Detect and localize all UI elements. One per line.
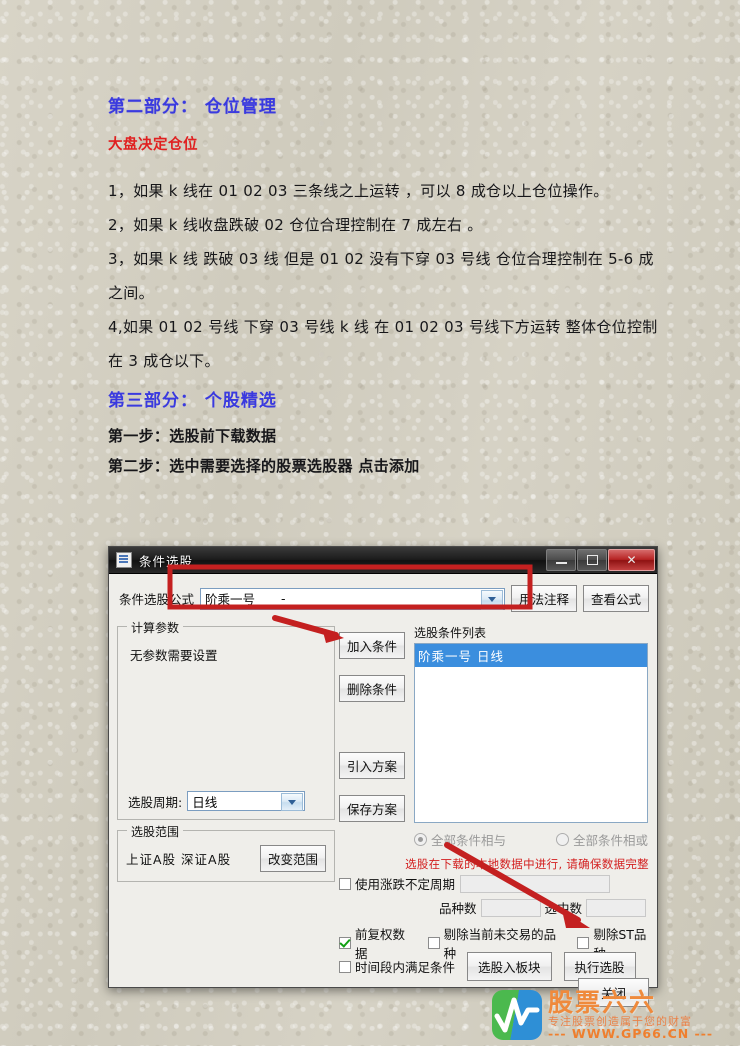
checkbox-icon: [339, 960, 351, 973]
paragraph-2: 2，如果 k 线收盘跌破 02 仓位合理控制在 7 成左右 。: [108, 216, 483, 234]
save-scheme-button[interactable]: 保存方案: [339, 795, 405, 822]
radio-all-and-label: 全部条件相与: [431, 833, 507, 848]
list-item[interactable]: 阶乘一号 日线: [415, 644, 647, 667]
condition-screening-dialog: 条件选股 ✕ 条件选股公式 阶乘一号 - 用法注释 查看公式 计算参数 无参数需…: [108, 546, 658, 1007]
section-3-title: 第三部分： 个股精选: [108, 391, 277, 411]
dialog-titlebar[interactable]: 条件选股 ✕: [109, 547, 657, 574]
add-to-block-button[interactable]: 选股入板块: [467, 952, 552, 981]
formula-dash: -: [281, 591, 286, 606]
chevron-down-icon[interactable]: [281, 793, 304, 811]
condition-list-wrap: 选股条件列表 阶乘一号 日线: [414, 624, 648, 823]
time-range-checkbox[interactable]: 时间段内满足条件: [339, 957, 455, 976]
selected-count-field: [586, 898, 647, 917]
paragraph-1: 1，如果 k 线在 01 02 03 三条线之上运转 ，可以 8 成仓以上仓位操…: [108, 182, 609, 200]
calculation-params-group: 计算参数 无参数需要设置 选股周期: 日线: [117, 619, 335, 820]
formula-value: 阶乘一号: [205, 592, 256, 607]
close-icon[interactable]: ✕: [608, 549, 655, 571]
cycle-label: 选股周期:: [128, 794, 183, 810]
condition-logic-radios: 全部条件相与 全部条件相或: [414, 830, 648, 849]
uncertain-cycle-label: 使用涨跌不定周期: [355, 877, 456, 892]
stock-range-row: 上证A股 深证A股 改变范围: [126, 845, 326, 872]
section-2-title: 第二部分： 仓位管理: [108, 97, 277, 117]
stock-range-label: 选股范围: [127, 823, 184, 840]
condition-list-title: 选股条件列表: [414, 626, 487, 640]
window-controls: ✕: [546, 549, 655, 571]
formula-combobox[interactable]: 阶乘一号 -: [200, 587, 505, 610]
radio-all-or[interactable]: 全部条件相或: [555, 830, 648, 849]
change-range-button[interactable]: 改变范围: [259, 845, 326, 872]
article-content: 第二部分： 仓位管理 大盘决定仓位 1，如果 k 线在 01 02 03 三条线…: [108, 92, 668, 481]
checkbox-icon: [577, 937, 590, 949]
radio-dot-icon: [414, 833, 427, 846]
step-1: 第一步：选股前下载数据: [108, 427, 277, 445]
uncertain-cycle-field[interactable]: [460, 874, 611, 893]
checkbox-icon: [339, 877, 351, 890]
step-2: 第二步：选中需要选择的股票选股器 点击添加: [108, 457, 420, 475]
uncertain-cycle-row: 使用涨跌不定周期: [339, 874, 611, 893]
bottom-action-row: 时间段内满足条件 选股入板块 执行选股: [339, 952, 636, 981]
app-icon: [116, 552, 132, 568]
total-count-field: [480, 898, 541, 917]
paragraph-4: 4,如果 01 02 号线 下穿 03 号线 k 线 在 01 02 03 号线…: [108, 318, 658, 370]
condition-listbox[interactable]: 阶乘一号 日线: [414, 643, 648, 823]
cycle-value: 日线: [192, 794, 218, 810]
total-count-label: 品种数: [439, 901, 477, 916]
formula-label: 条件选股公式: [119, 592, 195, 607]
run-screen-button[interactable]: 执行选股: [563, 952, 636, 981]
usage-notes-button[interactable]: 用法注释: [510, 585, 577, 612]
watermark-text: 股票六六 专注股票创造属于您的财富 --- WWW.GP66.CN ---: [548, 987, 714, 1042]
watermark-url: --- WWW.GP66.CN ---: [548, 1026, 714, 1042]
radio-all-and[interactable]: 全部条件相与: [414, 830, 506, 849]
watermark-brand: 股票六六: [548, 987, 657, 1017]
import-scheme-button[interactable]: 引入方案: [339, 752, 405, 779]
section-2-subtitle: 大盘决定仓位: [108, 137, 198, 153]
checkbox-icon: [427, 937, 440, 949]
data-warning-text: 选股在下载的本地数据中进行, 请确保数据完整: [405, 857, 649, 871]
maximize-icon[interactable]: [577, 549, 607, 571]
condition-action-buttons: 加入条件 删除条件 引入方案 保存方案: [339, 632, 405, 822]
chevron-down-icon[interactable]: [480, 589, 503, 610]
radio-dot-icon: [555, 833, 569, 846]
add-condition-button[interactable]: 加入条件: [339, 632, 405, 659]
formula-row: 条件选股公式 阶乘一号 - 用法注释 查看公式: [119, 585, 649, 612]
cycle-combobox[interactable]: 日线: [187, 791, 306, 811]
paragraph-3: 3，如果 k 线 跌破 03 线 但是 01 02 没有下穿 03 号线 仓位合…: [108, 250, 654, 302]
watermark: 股票六六 专注股票创造属于您的财富 --- WWW.GP66.CN ---: [492, 986, 740, 1044]
stock-range-group: 选股范围 上证A股 深证A股 改变范围: [117, 823, 335, 882]
uncertain-cycle-checkbox[interactable]: 使用涨跌不定周期: [339, 874, 455, 893]
cycle-row: 选股周期: 日线: [128, 791, 306, 811]
time-range-label: 时间段内满足条件: [355, 960, 456, 975]
calculation-params-label: 计算参数: [127, 619, 184, 636]
minimize-icon[interactable]: [546, 549, 576, 571]
dialog-body: 条件选股公式 阶乘一号 - 用法注释 查看公式 计算参数 无参数需要设置 选股周…: [109, 574, 657, 1007]
delete-condition-button[interactable]: 删除条件: [339, 675, 405, 702]
counts-row: 品种数 选中数: [439, 898, 647, 917]
view-formula-button[interactable]: 查看公式: [582, 585, 649, 612]
dialog-title: 条件选股: [139, 553, 194, 569]
stock-range-value: 上证A股 深证A股: [126, 852, 232, 867]
checkbox-icon: [339, 937, 351, 949]
radio-all-or-label: 全部条件相或: [572, 833, 648, 848]
no-params-note: 无参数需要设置: [130, 648, 218, 663]
selected-count-label: 选中数: [544, 901, 583, 916]
brand-logo-icon: [492, 990, 542, 1040]
